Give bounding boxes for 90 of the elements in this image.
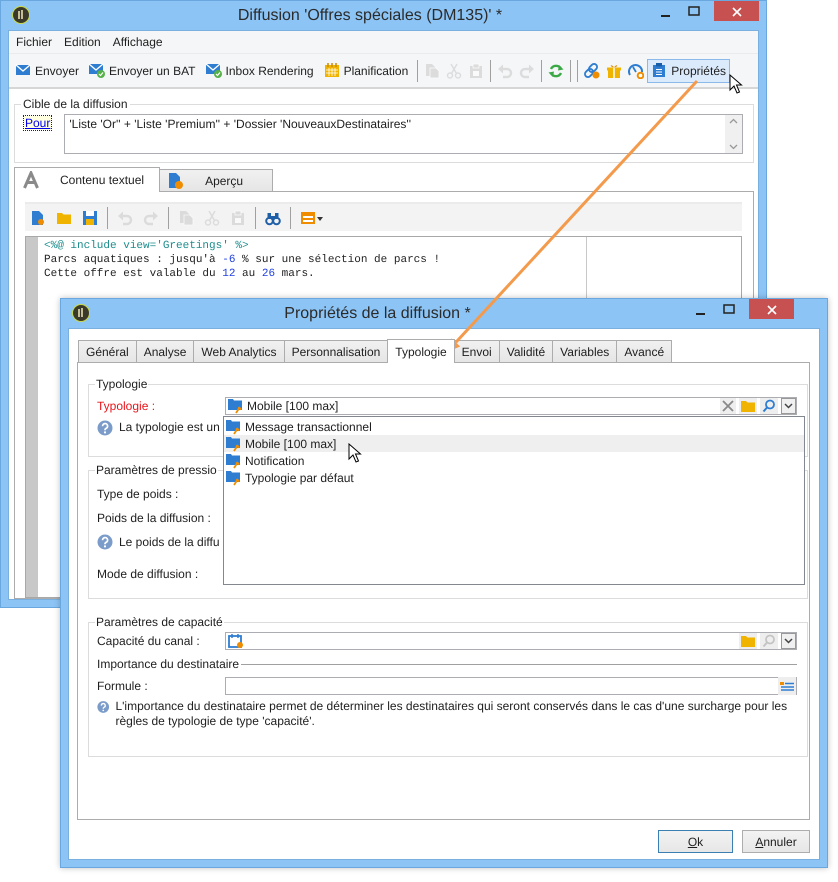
chevron-down-icon <box>729 144 738 150</box>
dropdown-button[interactable] <box>781 633 796 649</box>
chevron-up-icon <box>729 118 738 124</box>
send-proof-button[interactable]: Envoyer un BAT <box>85 58 200 82</box>
dialog-title: Propriétés de la diffusion * <box>284 304 471 322</box>
dropdown-option[interactable]: Typologie par défaut <box>224 469 804 486</box>
window-title: Diffusion 'Offres spéciales (DM135)' * <box>238 6 502 24</box>
dropdown-option[interactable]: Notification <box>224 452 804 469</box>
tab[interactable]: Variables <box>552 340 618 362</box>
typology-icon <box>226 470 242 486</box>
tab[interactable]: Typologie <box>387 339 455 363</box>
dropdown-option[interactable]: Message transactionnel <box>224 418 804 435</box>
help-icon <box>97 699 110 715</box>
typology-icon <box>226 418 242 434</box>
help-text: Le poids de la diffu <box>119 534 220 548</box>
menu-item[interactable]: Affichage <box>106 35 169 49</box>
group-title: Paramètres de pressio <box>95 463 218 477</box>
group-title: Paramètres de capacité <box>95 615 224 629</box>
dropdown-option[interactable]: Mobile [100 max] <box>224 435 804 452</box>
gauge-icon[interactable] <box>628 62 644 78</box>
envelope-check-icon <box>206 62 223 79</box>
typology-icon <box>228 398 244 414</box>
dropdown-button[interactable] <box>781 398 796 414</box>
link-icon[interactable] <box>584 62 600 78</box>
tab[interactable]: Contenu textuel <box>14 167 160 192</box>
search-icon[interactable] <box>762 634 776 648</box>
calendar-gear-icon <box>228 633 244 649</box>
tab[interactable]: Validité <box>498 340 554 362</box>
group-title: Typologie <box>95 377 148 391</box>
field-label: Typologie : <box>97 399 156 413</box>
target-field[interactable]: 'Liste 'Or'' + 'Liste 'Premium'' + 'Dossier 'NouveauxDestinataires'' <box>64 114 743 154</box>
field-label: Type de poids : <box>97 487 178 501</box>
folder-icon[interactable] <box>741 634 755 648</box>
chevron-down-icon <box>784 403 793 409</box>
tab[interactable]: Aperçu <box>159 169 274 191</box>
envelope-check-icon <box>89 62 106 79</box>
text-format-icon <box>22 171 40 189</box>
schedule-button[interactable]: Planification <box>320 58 412 82</box>
help-text: L'importance du destinataire permet de déterminer les destinataires qui seront conservés dans le cas d'une surcharge pour les règles de typologie de type 'capacité'. <box>115 699 788 729</box>
tab[interactable]: Envoi <box>454 340 500 362</box>
chevron-down-icon <box>784 638 793 644</box>
help-icon <box>97 420 113 436</box>
recipient-link[interactable]: Pour <box>24 116 52 130</box>
code-line: <%@ include view='Greetings' %> <box>44 239 250 253</box>
ok-button[interactable]: Ok <box>658 830 733 853</box>
properties-button[interactable]: Propriétés <box>647 58 730 82</box>
search-icon[interactable] <box>762 399 776 413</box>
menu-item[interactable]: Fichier <box>10 35 58 49</box>
tab[interactable]: Personnalisation <box>284 340 388 362</box>
formula-icon[interactable] <box>780 679 794 693</box>
gift-icon[interactable] <box>606 62 622 78</box>
typology-icon <box>226 452 242 468</box>
scrollbar[interactable] <box>725 115 742 153</box>
send-button[interactable]: Envoyer <box>11 58 84 82</box>
field-label: Mode de diffusion : <box>97 567 198 581</box>
calendar-icon <box>324 62 341 79</box>
menu-dropdown-icon[interactable] <box>300 210 324 226</box>
close-icon <box>730 6 743 18</box>
tab[interactable]: Web Analytics <box>193 340 285 362</box>
help-icon <box>97 534 113 550</box>
group-title: Cible de la diffusion <box>22 97 129 111</box>
close-icon <box>766 304 778 316</box>
channel-capacity-field[interactable] <box>225 632 797 650</box>
menu-item[interactable]: Edition <box>58 35 107 49</box>
code-line: Parcs aquatiques : jusqu'à -6 % sur une sélection de parcs ! <box>44 253 442 267</box>
help-text: La typologie est un <box>119 420 220 434</box>
logo-icon <box>12 6 30 24</box>
typology-icon <box>226 436 242 452</box>
folder-icon[interactable] <box>741 399 755 413</box>
new-document-icon[interactable] <box>30 210 46 226</box>
subheading: Importance du destinataire <box>97 657 240 671</box>
code-line: Cette offre est valable du 12 au 26 mars. <box>44 267 316 281</box>
cursor-icon <box>348 443 362 464</box>
inbox-rendering-button[interactable]: Inbox Rendering <box>202 58 318 82</box>
formula-field[interactable] <box>225 677 797 695</box>
field-label: Poids de la diffusion : <box>97 511 211 525</box>
tab[interactable]: Général <box>78 340 137 362</box>
clear-icon[interactable] <box>722 400 734 412</box>
logo-icon <box>72 304 90 322</box>
tab[interactable]: Avancé <box>616 340 672 362</box>
field-label: Formule : <box>97 679 149 693</box>
close-button[interactable] <box>749 299 794 319</box>
close-button[interactable] <box>714 1 760 21</box>
cancel-button[interactable]: Annuler <box>742 830 810 853</box>
document-icon <box>167 172 186 190</box>
save-icon[interactable] <box>82 210 98 226</box>
typology-combo[interactable]: Mobile [100 max] <box>225 397 797 415</box>
refresh-icon[interactable] <box>548 62 564 78</box>
tab[interactable]: Analyse <box>136 340 194 362</box>
field-label: Capacité du canal : <box>97 634 201 648</box>
